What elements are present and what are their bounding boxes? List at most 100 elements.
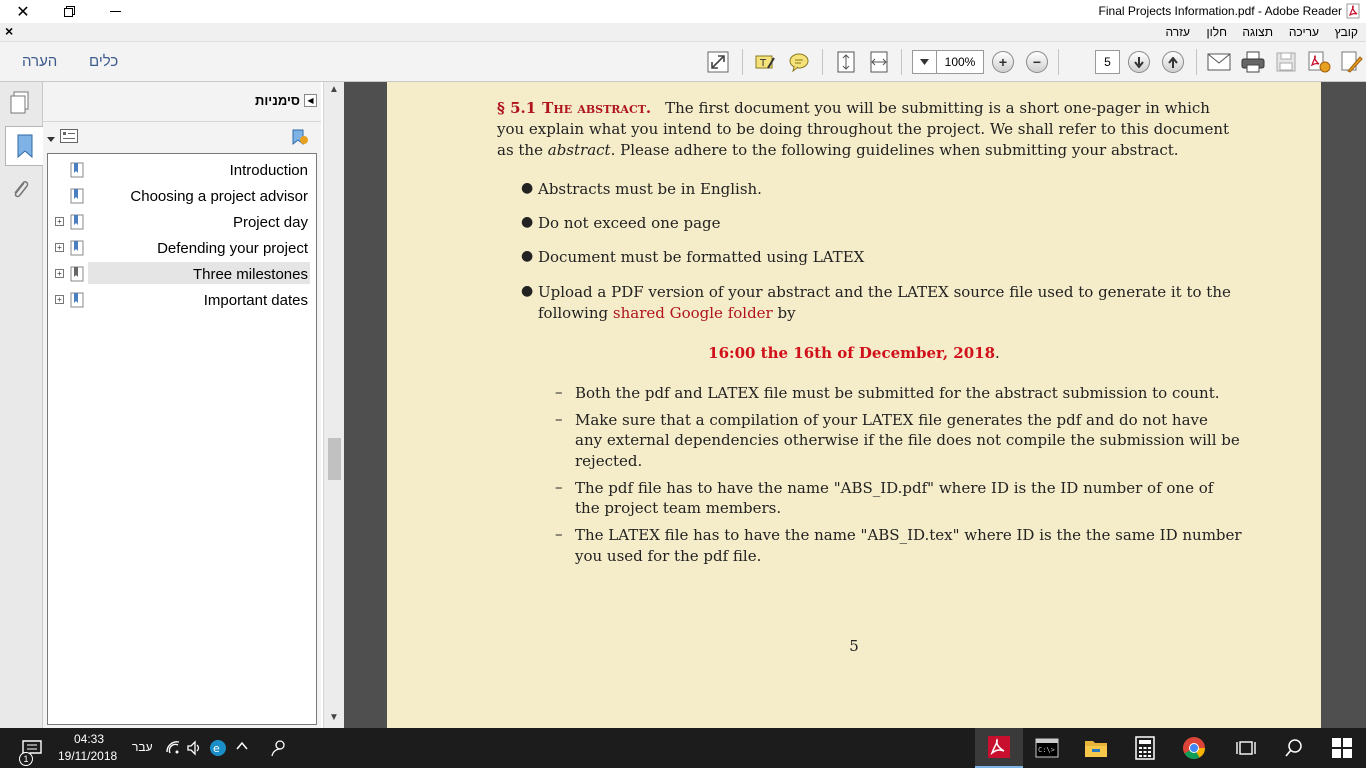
dropdown-arrow-icon[interactable] [47, 131, 55, 146]
email-icon[interactable] [1206, 49, 1232, 75]
page-number: 5 [849, 637, 859, 655]
print-icon[interactable] [1240, 49, 1266, 75]
bookmark-item-selected[interactable]: + Three milestones [48, 262, 316, 286]
bookmark-item[interactable]: Introduction [48, 158, 316, 182]
bookmark-item[interactable]: Choosing a project advisor [48, 184, 316, 208]
next-page-button[interactable] [1126, 49, 1152, 75]
fullscreen-icon[interactable] [705, 49, 731, 75]
page-thumbnails-icon[interactable] [5, 88, 35, 118]
tools-pane-button[interactable]: כלים [89, 53, 118, 70]
bookmark-label: Defending your project [157, 240, 308, 257]
page-number-input[interactable]: 5 [1095, 50, 1120, 74]
bookmark-icon [70, 188, 84, 204]
bookmark-item[interactable]: + Important dates [48, 288, 316, 312]
expand-plus-icon[interactable]: + [55, 217, 64, 226]
pdf-page: § 5.1 The abstract. The first document you… [387, 82, 1321, 728]
bookmarks-list: Introduction Choosing a project advisor … [47, 153, 317, 725]
sign-document-icon[interactable] [1339, 49, 1365, 75]
expand-plus-icon[interactable]: + [55, 269, 64, 278]
bookmark-icon [70, 240, 84, 256]
bookmarks-panel-title: סימניות [255, 93, 300, 108]
dash-marker: – [555, 478, 563, 496]
restore-window-button[interactable] [46, 0, 92, 23]
bookmark-icon [70, 214, 84, 230]
taskbar-terminal[interactable]: C:\> [1023, 728, 1071, 768]
menu-help[interactable]: עזרה [1165, 25, 1190, 39]
bullet-dot: ● [521, 248, 534, 264]
svg-text:C:\>: C:\> [1038, 746, 1055, 754]
plus-icon: + [992, 51, 1014, 73]
terminal-icon: C:\> [1035, 738, 1059, 758]
taskbar: 1 04:33 19/11/2018 עבר e C:\> [0, 728, 1366, 768]
browser-tray-icon[interactable]: e [209, 739, 227, 760]
dash-marker: – [555, 525, 563, 543]
intro-line-3: as the abstract. Please adhere to the fo… [497, 141, 1179, 159]
close-window-button[interactable]: ✕ [0, 0, 46, 23]
sub-item-text: any external dependencies otherwise if t… [575, 431, 1240, 449]
document-view[interactable]: § 5.1 The abstract. The first document you… [344, 82, 1366, 728]
clock-time[interactable]: 04:33 [74, 732, 104, 746]
menu-edit[interactable]: עריכה [1289, 25, 1319, 39]
expand-plus-icon[interactable]: + [55, 295, 64, 304]
scroll-up-icon[interactable]: ▲ [329, 84, 339, 95]
expand-bookmark-icon[interactable] [291, 128, 309, 149]
calculator-icon [1135, 736, 1155, 760]
taskbar-calculator[interactable] [1121, 728, 1169, 768]
upload-line-2: following shared Google folder by [538, 304, 796, 322]
bookmark-item[interactable]: + Project day [48, 210, 316, 234]
close-document-button[interactable]: × [5, 23, 13, 39]
scroll-thumb[interactable] [328, 438, 341, 480]
sticky-note-icon[interactable] [786, 49, 812, 75]
section-number: § 5.1 [497, 99, 537, 117]
zoom-dropdown-button[interactable] [912, 50, 936, 74]
scroll-down-icon[interactable]: ▼ [329, 712, 339, 723]
minimize-window-button[interactable] [92, 0, 138, 23]
taskbar-search[interactable] [1270, 728, 1318, 768]
zoom-in-button[interactable]: + [990, 49, 1016, 75]
taskbar-chrome[interactable] [1170, 728, 1218, 768]
intro-line-1: The first document you will be submittin… [665, 99, 1210, 117]
menu-window[interactable]: חלון [1207, 25, 1228, 39]
clock-date[interactable]: 19/11/2018 [58, 749, 117, 763]
zoom-out-button[interactable]: − [1024, 49, 1050, 75]
shared-folder-link[interactable]: shared Google folder [613, 304, 773, 322]
previous-page-button[interactable] [1160, 49, 1186, 75]
save-icon[interactable] [1273, 49, 1299, 75]
expand-plus-icon[interactable]: + [55, 243, 64, 252]
sub-item-text: the project team members. [575, 499, 782, 517]
bookmarks-tab[interactable] [5, 126, 43, 166]
volume-icon[interactable] [186, 740, 202, 759]
bookmark-item[interactable]: + Defending your project [48, 236, 316, 260]
folder-icon [1085, 741, 1107, 757]
wifi-icon[interactable] [165, 740, 181, 759]
input-language[interactable]: עבר [132, 740, 153, 754]
sub-item-text: rejected. [575, 452, 643, 470]
menu-view[interactable]: תצוגה [1242, 25, 1273, 39]
abstract-term: abstract [547, 141, 611, 159]
collapse-panel-button[interactable]: ◀ [304, 94, 317, 107]
chevron-up-icon[interactable] [235, 739, 249, 756]
bookmark-label: Three milestones [192, 266, 308, 283]
attachments-icon[interactable] [5, 174, 35, 204]
bullet-text: Upload a PDF version of your abstract an… [538, 283, 1231, 301]
fit-width-icon[interactable] [866, 49, 892, 75]
svg-text:T: T [759, 58, 767, 69]
bookmark-options-icon[interactable] [60, 129, 78, 146]
bookmark-icon [17, 134, 32, 159]
taskbar-adobe-reader[interactable] [975, 728, 1023, 768]
highlight-text-icon[interactable]: T [752, 49, 778, 75]
start-button[interactable] [1318, 728, 1366, 768]
menu-file[interactable]: קובץ [1335, 25, 1358, 39]
sub-item-text: Both the pdf and LATEX file must be subm… [575, 384, 1220, 402]
taskbar-task-view[interactable] [1222, 728, 1270, 768]
taskbar-file-explorer[interactable] [1072, 728, 1120, 768]
comment-pane-button[interactable]: הערה [22, 53, 57, 70]
bookmark-label: Project day [232, 214, 308, 231]
fit-page-icon[interactable] [833, 49, 859, 75]
bookmark-label: Introduction [229, 162, 308, 179]
document-scrollbar[interactable]: ▲ ▼ [323, 82, 344, 728]
zoom-input[interactable]: 100% [936, 50, 984, 74]
create-pdf-icon[interactable] [1306, 49, 1332, 75]
people-icon[interactable] [270, 739, 288, 760]
window-title: Final Projects Information.pdf - Adobe R… [1098, 4, 1342, 18]
